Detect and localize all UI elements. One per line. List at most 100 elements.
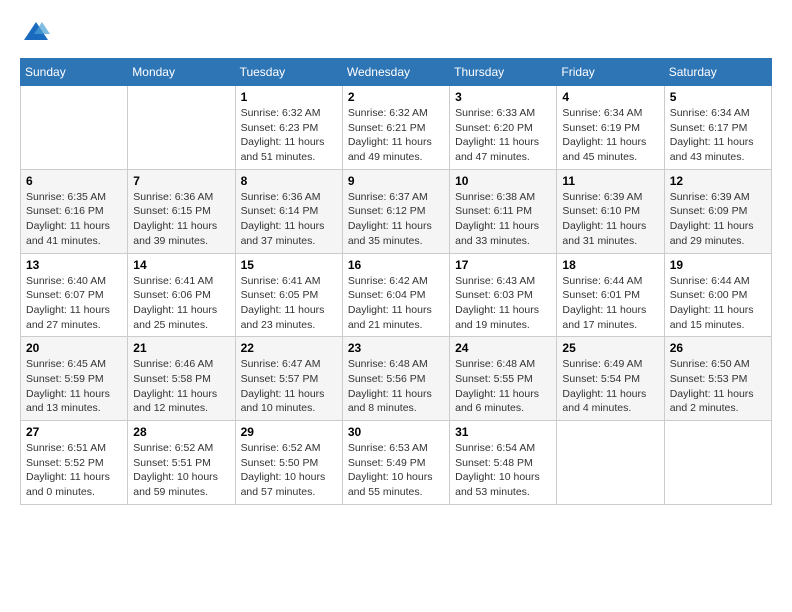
day-header-tuesday: Tuesday — [235, 59, 342, 86]
page-header — [20, 20, 772, 42]
day-number: 6 — [26, 174, 122, 188]
calendar-cell: 3 Sunrise: 6:33 AM Sunset: 6:20 PM Daylig… — [450, 86, 557, 170]
calendar-cell: 2 Sunrise: 6:32 AM Sunset: 6:21 PM Daylig… — [342, 86, 449, 170]
day-info: Sunrise: 6:34 AM Sunset: 6:19 PM Dayligh… — [562, 106, 658, 165]
day-info: Sunrise: 6:45 AM Sunset: 5:59 PM Dayligh… — [26, 357, 122, 416]
day-number: 8 — [241, 174, 337, 188]
calendar-cell: 29Sunrise: 6:52 AM Sunset: 5:50 PM Dayli… — [235, 421, 342, 505]
day-number: 21 — [133, 341, 229, 355]
calendar-cell: 21 Sunrise: 6:46 AM Sunset: 5:58 PM Dayli… — [128, 337, 235, 421]
day-number: 23 — [348, 341, 444, 355]
calendar-cell: 27 Sunrise: 6:51 AM Sunset: 5:52 PM Dayli… — [21, 421, 128, 505]
calendar-cell: 12 Sunrise: 6:39 AM Sunset: 6:09 PM Dayli… — [664, 169, 771, 253]
calendar-cell: 19 Sunrise: 6:44 AM Sunset: 6:00 PM Dayli… — [664, 253, 771, 337]
day-number: 5 — [670, 90, 766, 104]
day-number: 12 — [670, 174, 766, 188]
calendar-cell: 13Sunrise: 6:40 AM Sunset: 6:07 PM Dayli… — [21, 253, 128, 337]
day-number: 11 — [562, 174, 658, 188]
day-number: 24 — [455, 341, 551, 355]
calendar-cell: 14 Sunrise: 6:41 AM Sunset: 6:06 PM Dayli… — [128, 253, 235, 337]
day-info: Sunrise: 6:39 AM Sunset: 6:09 PM Dayligh… — [670, 190, 766, 249]
calendar-week-row: 6 Sunrise: 6:35 AM Sunset: 6:16 PM Daylig… — [21, 169, 772, 253]
calendar-cell: 1 Sunrise: 6:32 AM Sunset: 6:23 PM Daylig… — [235, 86, 342, 170]
day-info: Sunrise: 6:35 AM Sunset: 6:16 PM Dayligh… — [26, 190, 122, 249]
day-info: Sunrise: 6:38 AM Sunset: 6:11 PM Dayligh… — [455, 190, 551, 249]
calendar-cell: 22 Sunrise: 6:47 AM Sunset: 5:57 PM Dayli… — [235, 337, 342, 421]
calendar-cell: 7 Sunrise: 6:36 AM Sunset: 6:15 PM Daylig… — [128, 169, 235, 253]
day-number: 30 — [348, 425, 444, 439]
calendar-cell: 5 Sunrise: 6:34 AM Sunset: 6:17 PM Daylig… — [664, 86, 771, 170]
calendar-cell: 4 Sunrise: 6:34 AM Sunset: 6:19 PM Daylig… — [557, 86, 664, 170]
day-info: Sunrise: 6:32 AM Sunset: 6:23 PM Dayligh… — [241, 106, 337, 165]
day-number: 22 — [241, 341, 337, 355]
calendar-week-row: 20 Sunrise: 6:45 AM Sunset: 5:59 PM Dayli… — [21, 337, 772, 421]
day-header-saturday: Saturday — [664, 59, 771, 86]
day-info: Sunrise: 6:34 AM Sunset: 6:17 PM Dayligh… — [670, 106, 766, 165]
day-number: 14 — [133, 258, 229, 272]
day-info: Sunrise: 6:44 AM Sunset: 6:00 PM Dayligh… — [670, 274, 766, 333]
calendar-cell: 18 Sunrise: 6:44 AM Sunset: 6:01 PM Dayli… — [557, 253, 664, 337]
calendar-body: 1 Sunrise: 6:32 AM Sunset: 6:23 PM Daylig… — [21, 86, 772, 505]
day-number: 1 — [241, 90, 337, 104]
day-number: 16 — [348, 258, 444, 272]
calendar-header-row: SundayMondayTuesdayWednesdayThursdayFrid… — [21, 59, 772, 86]
calendar-cell — [128, 86, 235, 170]
calendar-cell: 24 Sunrise: 6:48 AM Sunset: 5:55 PM Dayli… — [450, 337, 557, 421]
day-header-friday: Friday — [557, 59, 664, 86]
calendar-cell: 6 Sunrise: 6:35 AM Sunset: 6:16 PM Daylig… — [21, 169, 128, 253]
day-number: 9 — [348, 174, 444, 188]
day-info: Sunrise: 6:48 AM Sunset: 5:56 PM Dayligh… — [348, 357, 444, 416]
day-number: 15 — [241, 258, 337, 272]
calendar-cell: 8 Sunrise: 6:36 AM Sunset: 6:14 PM Daylig… — [235, 169, 342, 253]
day-info: Sunrise: 6:36 AM Sunset: 6:14 PM Dayligh… — [241, 190, 337, 249]
day-number: 7 — [133, 174, 229, 188]
day-number: 27 — [26, 425, 122, 439]
day-number: 19 — [670, 258, 766, 272]
day-info: Sunrise: 6:32 AM Sunset: 6:21 PM Dayligh… — [348, 106, 444, 165]
calendar-week-row: 27 Sunrise: 6:51 AM Sunset: 5:52 PM Dayli… — [21, 421, 772, 505]
day-info: Sunrise: 6:46 AM Sunset: 5:58 PM Dayligh… — [133, 357, 229, 416]
day-number: 18 — [562, 258, 658, 272]
calendar-week-row: 13Sunrise: 6:40 AM Sunset: 6:07 PM Dayli… — [21, 253, 772, 337]
day-number: 31 — [455, 425, 551, 439]
day-info: Sunrise: 6:51 AM Sunset: 5:52 PM Dayligh… — [26, 441, 122, 500]
calendar-cell: 23 Sunrise: 6:48 AM Sunset: 5:56 PM Dayli… — [342, 337, 449, 421]
day-number: 29 — [241, 425, 337, 439]
day-info: Sunrise: 6:48 AM Sunset: 5:55 PM Dayligh… — [455, 357, 551, 416]
logo — [20, 20, 52, 42]
day-number: 10 — [455, 174, 551, 188]
day-header-monday: Monday — [128, 59, 235, 86]
calendar-cell: 28 Sunrise: 6:52 AM Sunset: 5:51 PM Dayli… — [128, 421, 235, 505]
day-info: Sunrise: 6:42 AM Sunset: 6:04 PM Dayligh… — [348, 274, 444, 333]
day-info: Sunrise: 6:41 AM Sunset: 6:06 PM Dayligh… — [133, 274, 229, 333]
day-number: 26 — [670, 341, 766, 355]
day-info: Sunrise: 6:49 AM Sunset: 5:54 PM Dayligh… — [562, 357, 658, 416]
day-number: 2 — [348, 90, 444, 104]
calendar-cell — [664, 421, 771, 505]
day-info: Sunrise: 6:52 AM Sunset: 5:51 PM Dayligh… — [133, 441, 229, 500]
calendar-table: SundayMondayTuesdayWednesdayThursdayFrid… — [20, 58, 772, 505]
day-info: Sunrise: 6:47 AM Sunset: 5:57 PM Dayligh… — [241, 357, 337, 416]
day-info: Sunrise: 6:53 AM Sunset: 5:49 PM Dayligh… — [348, 441, 444, 500]
day-info: Sunrise: 6:37 AM Sunset: 6:12 PM Dayligh… — [348, 190, 444, 249]
day-number: 20 — [26, 341, 122, 355]
calendar-cell: 9 Sunrise: 6:37 AM Sunset: 6:12 PM Daylig… — [342, 169, 449, 253]
calendar-cell: 16 Sunrise: 6:42 AM Sunset: 6:04 PM Dayli… — [342, 253, 449, 337]
day-info: Sunrise: 6:41 AM Sunset: 6:05 PM Dayligh… — [241, 274, 337, 333]
calendar-cell: 15 Sunrise: 6:41 AM Sunset: 6:05 PM Dayli… — [235, 253, 342, 337]
day-number: 28 — [133, 425, 229, 439]
day-number: 3 — [455, 90, 551, 104]
calendar-cell — [21, 86, 128, 170]
day-info: Sunrise: 6:44 AM Sunset: 6:01 PM Dayligh… — [562, 274, 658, 333]
day-header-sunday: Sunday — [21, 59, 128, 86]
day-number: 17 — [455, 258, 551, 272]
calendar-cell: 20 Sunrise: 6:45 AM Sunset: 5:59 PM Dayli… — [21, 337, 128, 421]
day-info: Sunrise: 6:33 AM Sunset: 6:20 PM Dayligh… — [455, 106, 551, 165]
calendar-cell: 26Sunrise: 6:50 AM Sunset: 5:53 PM Dayli… — [664, 337, 771, 421]
day-info: Sunrise: 6:43 AM Sunset: 6:03 PM Dayligh… — [455, 274, 551, 333]
day-number: 4 — [562, 90, 658, 104]
calendar-cell: 11Sunrise: 6:39 AM Sunset: 6:10 PM Dayli… — [557, 169, 664, 253]
calendar-cell: 10 Sunrise: 6:38 AM Sunset: 6:11 PM Dayli… — [450, 169, 557, 253]
day-info: Sunrise: 6:36 AM Sunset: 6:15 PM Dayligh… — [133, 190, 229, 249]
day-header-thursday: Thursday — [450, 59, 557, 86]
